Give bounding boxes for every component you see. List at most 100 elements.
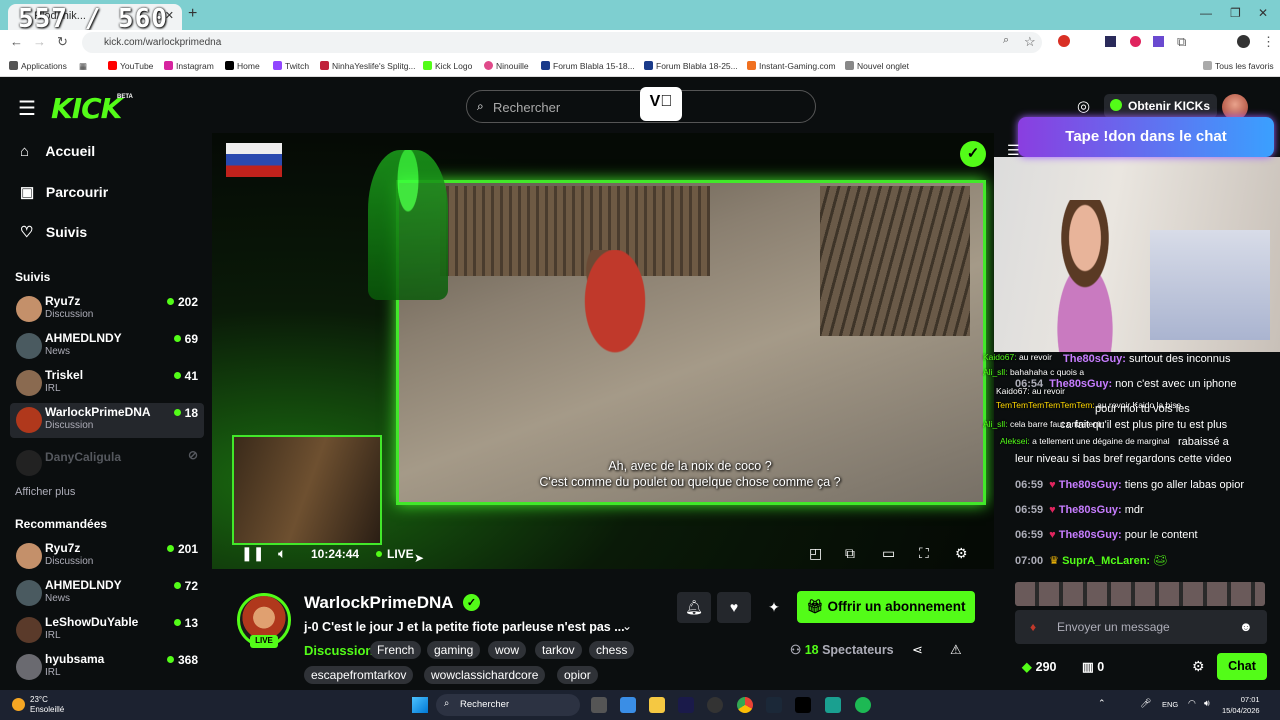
- extension-icon[interactable]: [1105, 36, 1116, 47]
- nav-browse[interactable]: ▣ Parcourir: [20, 183, 108, 201]
- tray-chevron-icon[interactable]: ⌃: [1098, 698, 1106, 709]
- bookmark-apps[interactable]: Applications: [9, 61, 67, 71]
- back-icon[interactable]: ←: [10, 34, 23, 49]
- subscribe-button[interactable]: 🎁︎ Offrir un abonnement: [797, 591, 975, 623]
- show-more-link[interactable]: Afficher plus: [15, 486, 75, 498]
- app-icon[interactable]: [707, 697, 723, 713]
- chrome-icon[interactable]: [737, 697, 753, 713]
- menu-icon[interactable]: ☰: [18, 96, 36, 121]
- bookmark-youtube[interactable]: YouTube: [108, 61, 153, 71]
- close-window-icon[interactable]: ✕: [1258, 6, 1268, 20]
- tag[interactable]: gaming: [427, 641, 481, 659]
- theater-mode-icon[interactable]: ▭: [882, 545, 895, 562]
- language-indicator[interactable]: ENG: [1162, 700, 1178, 709]
- tag[interactable]: wowclassichardcore: [424, 666, 546, 684]
- channel-item[interactable]: AHMEDLNDY News 72: [10, 576, 204, 611]
- follow-heart-icon[interactable]: ♥: [717, 592, 751, 623]
- notify-bell-icon[interactable]: 🔔︎: [677, 592, 711, 623]
- weather-icon[interactable]: [12, 698, 25, 711]
- channel-item-active[interactable]: WarlockPrimeDNA Discussion 18: [10, 403, 204, 438]
- premiere-icon[interactable]: [678, 697, 694, 713]
- windows-start-icon[interactable]: [412, 697, 428, 713]
- channel-points[interactable]: 290: [1022, 659, 1057, 674]
- bookmark-instant-gaming[interactable]: Instant-Gaming.com: [747, 61, 836, 71]
- gift-count[interactable]: ▥ 0: [1082, 659, 1104, 674]
- bookmark-ninouille[interactable]: Ninouille: [484, 61, 529, 71]
- channel-item[interactable]: LeShowDuYable IRL 13: [10, 613, 204, 648]
- bookmark-splitgate[interactable]: NinhaYeslife's Splitg...: [320, 61, 416, 71]
- sparkle-icon[interactable]: ✦: [757, 592, 791, 623]
- tag[interactable]: tarkov: [535, 641, 582, 659]
- live-indicator[interactable]: LIVE: [376, 547, 414, 561]
- nav-following[interactable]: ♡ Suivis: [20, 223, 87, 241]
- channel-item[interactable]: Ryu7z Discussion 202: [10, 292, 204, 327]
- maximize-icon[interactable]: ❐: [1230, 6, 1241, 20]
- miniplayer-icon[interactable]: ◰: [809, 545, 822, 562]
- all-bookmarks[interactable]: Tous les favoris: [1203, 61, 1274, 71]
- taskview-icon[interactable]: [591, 697, 607, 713]
- fullscreen-icon[interactable]: ⛶: [919, 545, 929, 562]
- zoom-icon[interactable]: ⌕: [1003, 34, 1009, 47]
- bookmark-star-icon[interactable]: ☆: [1024, 34, 1036, 50]
- speaker-icon[interactable]: 🔊︎: [1204, 698, 1210, 709]
- nav-home[interactable]: ⌂ Accueil: [20, 143, 95, 160]
- wifi-icon[interactable]: ◠: [1188, 698, 1196, 709]
- tag[interactable]: chess: [589, 641, 635, 659]
- chevron-down-icon[interactable]: ⌄: [622, 619, 632, 633]
- chat-input[interactable]: Envoyer un message: [1015, 610, 1267, 644]
- new-tab-icon[interactable]: +: [188, 5, 197, 23]
- emoji-icon[interactable]: ☻: [1239, 619, 1253, 634]
- chat-settings-icon[interactable]: ⚙: [1192, 658, 1205, 675]
- bookmark-kick-logo[interactable]: Kick Logo: [423, 61, 472, 71]
- app-icon[interactable]: [825, 697, 841, 713]
- emote-bar[interactable]: [1015, 582, 1265, 606]
- minimize-icon[interactable]: —: [1200, 6, 1212, 20]
- tag[interactable]: opior: [557, 666, 598, 684]
- steam-icon[interactable]: [766, 697, 782, 713]
- mic-icon[interactable]: 🎤︎: [1140, 698, 1151, 709]
- weather-widget[interactable]: 23°C Ensoleillé: [30, 695, 64, 715]
- url-field[interactable]: kick.com/warlockprimedna: [82, 32, 1042, 53]
- clip-icon[interactable]: ⧉: [845, 545, 855, 562]
- bookmark-new-tab[interactable]: Nouvel onglet: [845, 61, 909, 71]
- system-clock[interactable]: 07:01 15/04/2026: [1222, 694, 1260, 716]
- bookmark-home[interactable]: Home: [225, 61, 260, 71]
- extension-icon[interactable]: [1058, 35, 1070, 47]
- app-icon[interactable]: [620, 697, 636, 713]
- tag[interactable]: French: [370, 641, 422, 659]
- channel-item[interactable]: Ryu7z Discussion 201: [10, 539, 204, 574]
- forward-icon[interactable]: →: [33, 34, 46, 49]
- channel-item[interactable]: AHMEDLNDY News 69: [10, 329, 204, 364]
- extension-icon[interactable]: [1153, 36, 1164, 47]
- category-link[interactable]: Discussion: [304, 643, 373, 658]
- kick-logo[interactable]: KICK: [51, 92, 122, 125]
- send-chat-button[interactable]: Chat: [1217, 653, 1267, 680]
- explorer-icon[interactable]: [649, 697, 665, 713]
- notifications-icon[interactable]: ◎: [1077, 97, 1090, 115]
- extension-icon[interactable]: [1130, 36, 1141, 47]
- chat-menu-icon[interactable]: ☰: [1007, 142, 1020, 159]
- extensions-puzzle-icon[interactable]: ⧉: [1177, 34, 1186, 50]
- channel-item[interactable]: Triskel IRL 41: [10, 366, 204, 401]
- volume-icon[interactable]: 🔈︎: [278, 545, 286, 562]
- channel-name[interactable]: WarlockPrimeDNA: [304, 593, 454, 613]
- tiktok-icon[interactable]: [795, 697, 811, 713]
- tag[interactable]: wow: [488, 641, 527, 659]
- bookmark-twitch[interactable]: Twitch: [273, 61, 309, 71]
- taskbar-search[interactable]: ⌕ Rechercher: [436, 694, 580, 716]
- share-icon[interactable]: ⋖: [912, 642, 923, 658]
- reload-icon[interactable]: ↻: [57, 34, 68, 50]
- channel-item[interactable]: hyubsama IRL 368: [10, 650, 204, 685]
- bookmark-forum-15-18[interactable]: Forum Blabla 15-18...: [541, 61, 635, 71]
- channel-item-offline[interactable]: DanyCaligula ⊘: [10, 446, 204, 481]
- settings-icon[interactable]: ⚙: [955, 545, 968, 562]
- pause-icon[interactable]: ❚❚: [241, 545, 264, 562]
- bookmark-instagram[interactable]: Instagram: [164, 61, 214, 71]
- browser-menu-icon[interactable]: ⋮: [1262, 34, 1275, 50]
- bookmark-grid-icon[interactable]: ▦: [79, 61, 87, 72]
- tag[interactable]: escapefromtarkov: [304, 666, 414, 684]
- profile-avatar[interactable]: [1237, 35, 1250, 48]
- bookmark-forum-18-25[interactable]: Forum Blabla 18-25...: [644, 61, 738, 71]
- report-icon[interactable]: ⚠: [950, 642, 962, 658]
- spotify-icon[interactable]: [855, 697, 871, 713]
